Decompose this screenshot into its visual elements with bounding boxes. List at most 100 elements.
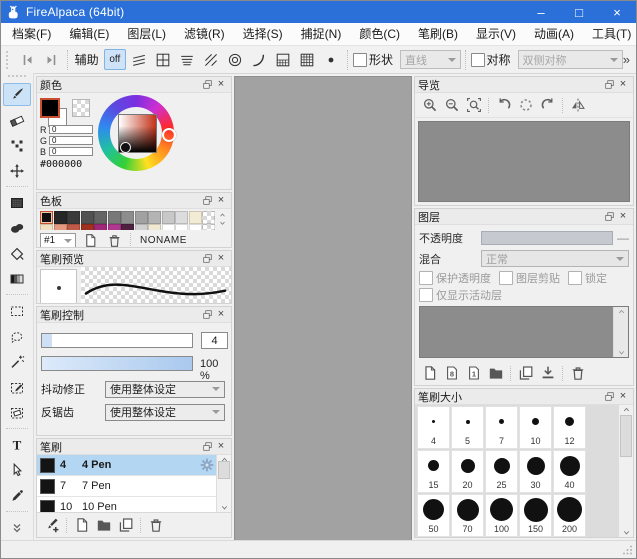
- palette-swatch[interactable]: [189, 211, 202, 224]
- zoom-in-icon[interactable]: [419, 95, 441, 115]
- menu-item[interactable]: 档案(F): [3, 22, 60, 46]
- layer-option-checkbox[interactable]: 图层剪贴: [499, 270, 560, 286]
- symmetry-checkbox[interactable]: [471, 53, 485, 67]
- add-brush-icon[interactable]: [41, 515, 63, 535]
- layer-list-scrollbar[interactable]: [613, 307, 628, 357]
- canvas-area[interactable]: [234, 76, 412, 540]
- close-panel-icon[interactable]: ×: [214, 78, 228, 91]
- foreground-color-swatch[interactable]: [40, 98, 60, 118]
- checkbox[interactable]: [419, 288, 433, 302]
- checkbox[interactable]: [419, 271, 433, 285]
- new-layer-icon[interactable]: [419, 363, 441, 383]
- brush-size-scrollbar[interactable]: [618, 405, 633, 537]
- close-button[interactable]: ×: [598, 1, 636, 23]
- concentric-circles-icon[interactable]: [223, 48, 247, 71]
- palette-scrollbar[interactable]: [215, 211, 229, 229]
- menu-item[interactable]: 图层(L): [118, 22, 175, 46]
- float-panel-icon[interactable]: [602, 78, 616, 91]
- palette-swatch[interactable]: [94, 224, 107, 230]
- palette-swatch[interactable]: [67, 224, 80, 230]
- brush-size-cell[interactable]: 10: [519, 406, 552, 449]
- zoom-fit-icon[interactable]: [463, 95, 485, 115]
- grid-half-icon[interactable]: [271, 48, 295, 71]
- palette-swatch[interactable]: [135, 224, 148, 230]
- brush-size-cell[interactable]: 70: [451, 494, 484, 537]
- brush-list-scrollbar[interactable]: [216, 455, 231, 512]
- layer-folder-icon[interactable]: [485, 363, 507, 383]
- jitter-correction-dropdown[interactable]: 使用整体设定: [105, 381, 225, 398]
- brush-preview-panel-header[interactable]: 笔刷预览 ×: [37, 251, 231, 267]
- duplicate-layer-icon[interactable]: [515, 363, 537, 383]
- brush-control-panel-header[interactable]: 笔刷控制 ×: [37, 307, 231, 323]
- dot-snap-icon[interactable]: [319, 48, 343, 71]
- close-panel-icon[interactable]: ×: [616, 390, 630, 403]
- select-eraser-tool[interactable]: [3, 401, 31, 425]
- palette-swatch[interactable]: [54, 224, 67, 230]
- horizontal-lines-icon[interactable]: [175, 48, 199, 71]
- brush-opacity-slider[interactable]: [41, 356, 193, 371]
- brush-size-cell[interactable]: 100: [485, 494, 518, 537]
- palette-swatch[interactable]: [202, 211, 215, 224]
- minimize-button[interactable]: –: [522, 1, 560, 23]
- brush-size-slider[interactable]: [41, 333, 193, 348]
- brush-list-item[interactable]: 4 4 Pen: [37, 455, 217, 476]
- layer-opacity-slider[interactable]: [481, 231, 613, 245]
- snap-next-icon[interactable]: [39, 48, 62, 71]
- eraser-tool[interactable]: [3, 108, 31, 132]
- menu-item[interactable]: 工具(T): [583, 22, 637, 46]
- menu-item[interactable]: 笔刷(B): [409, 22, 467, 46]
- sv-marker[interactable]: [120, 142, 131, 153]
- blend-mode-dropdown[interactable]: 正常: [481, 250, 629, 267]
- checkbox[interactable]: [499, 271, 513, 285]
- palette-swatch[interactable]: [121, 224, 134, 230]
- close-panel-icon[interactable]: ×: [616, 78, 630, 91]
- delete-brush-icon[interactable]: [145, 515, 167, 535]
- layer-option-checkbox[interactable]: 保护透明度: [419, 270, 491, 286]
- dot-tool[interactable]: [3, 134, 31, 158]
- palette-swatch[interactable]: [108, 211, 121, 224]
- brush-size-cell[interactable]: 25: [485, 450, 518, 493]
- color-wheel[interactable]: [98, 95, 174, 171]
- shape-checkbox[interactable]: [353, 53, 367, 67]
- color-panel-header[interactable]: 颜色 ×: [37, 77, 231, 93]
- layer-option-checkbox[interactable]: 锁定: [568, 270, 607, 286]
- brush-list-item[interactable]: 10 10 Pen: [37, 497, 217, 513]
- brush-size-cell[interactable]: 5: [451, 406, 484, 449]
- bucket-tool[interactable]: [3, 217, 31, 241]
- menu-item[interactable]: 选择(S): [234, 22, 292, 46]
- select-pen-tool[interactable]: [3, 376, 31, 400]
- palette-swatch[interactable]: [54, 211, 67, 224]
- new-brush-icon[interactable]: [71, 515, 93, 535]
- snap-off-button[interactable]: off: [104, 49, 126, 70]
- close-panel-icon[interactable]: ×: [214, 440, 228, 453]
- text-tool[interactable]: T: [3, 433, 31, 457]
- float-panel-icon[interactable]: [200, 194, 214, 207]
- polygon-fill-tool[interactable]: [3, 242, 31, 266]
- rotate-cw-icon[interactable]: [537, 95, 559, 115]
- palette-panel-header[interactable]: 色板 ×: [37, 193, 231, 209]
- navigator-preview[interactable]: [418, 121, 630, 202]
- merge-down-icon[interactable]: [537, 363, 559, 383]
- curve-icon[interactable]: [247, 48, 271, 71]
- antialias-dropdown[interactable]: 使用整体设定: [105, 404, 225, 421]
- close-panel-icon[interactable]: ×: [214, 308, 228, 321]
- move-tool[interactable]: [3, 159, 31, 183]
- palette-swatch[interactable]: [40, 224, 53, 230]
- transparent-color-swatch[interactable]: [72, 99, 90, 117]
- brush-folder-icon[interactable]: [93, 515, 115, 535]
- float-panel-icon[interactable]: [200, 252, 214, 265]
- cross-grid-icon[interactable]: [151, 48, 175, 71]
- brush-list-item[interactable]: 7 7 Pen: [37, 476, 217, 497]
- float-panel-icon[interactable]: [602, 390, 616, 403]
- grid-full-icon[interactable]: [295, 48, 319, 71]
- toolbar-drag-handle[interactable]: [6, 51, 12, 69]
- gradient-tool[interactable]: [3, 268, 31, 292]
- new-8bit-layer-icon[interactable]: 8: [441, 363, 463, 383]
- eyedropper-tool[interactable]: [3, 484, 31, 508]
- resize-grip[interactable]: [621, 544, 633, 556]
- palette-swatch[interactable]: [94, 211, 107, 224]
- menu-item[interactable]: 滤镜(R): [175, 22, 234, 46]
- rotate-ccw-icon[interactable]: [493, 95, 515, 115]
- palette-swatch[interactable]: [121, 211, 134, 224]
- layer-panel-header[interactable]: 图层 ×: [415, 209, 633, 225]
